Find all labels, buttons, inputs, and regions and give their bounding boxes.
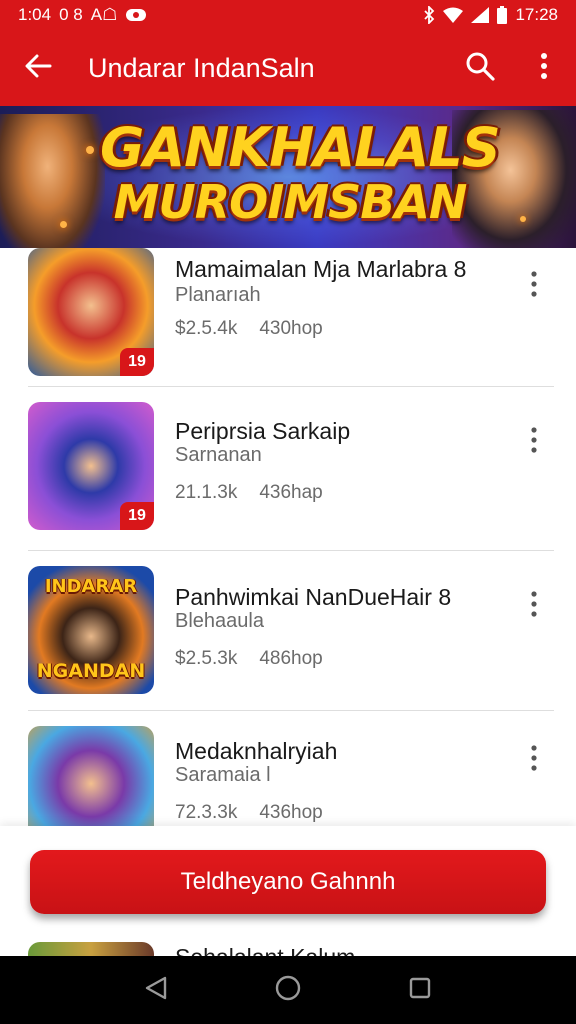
instagram-icon — [125, 8, 147, 22]
page-title: Undarar IndanSaln — [88, 52, 315, 83]
overflow-menu-button[interactable] — [512, 30, 576, 106]
item-subtitle: Blehaaula — [175, 610, 264, 632]
battery-icon — [497, 6, 508, 24]
game-thumbnail — [28, 942, 154, 956]
banner-spark — [60, 221, 67, 228]
item-more-button[interactable] — [518, 266, 550, 306]
item-title: Periprsia Sarkaip — [175, 418, 351, 444]
promo-banner[interactable]: GANKHALALS MUROIMSBAN — [0, 106, 576, 248]
banner-spark — [520, 216, 526, 222]
nav-recents-button[interactable] — [396, 966, 444, 1014]
list-item[interactable]: 19 Periprsia Sarkaip Sarnanan 21.1.3k 43… — [0, 398, 576, 548]
more-vert-icon — [531, 426, 537, 458]
status-clock: 17:28 — [515, 5, 558, 24]
status-app-text: A☖ — [90, 5, 118, 24]
nav-recents-icon — [409, 977, 431, 1004]
item-size: 486hop — [259, 648, 323, 669]
item-price: $2.5.4k — [175, 318, 238, 339]
item-subtitle: Planarıah — [175, 284, 261, 306]
app-bar: Undarar IndanSaln — [0, 30, 576, 106]
item-size: 436hap — [259, 482, 323, 503]
nav-back-icon — [145, 976, 167, 1005]
age-badge: 19 — [120, 502, 154, 530]
system-nav-bar — [0, 956, 576, 1024]
primary-action-button[interactable]: Teldheyano Gahnnh — [30, 850, 546, 914]
banner-character-left — [0, 114, 105, 248]
list-divider — [28, 710, 554, 711]
wifi-icon — [443, 7, 464, 23]
age-badge: 19 — [120, 348, 154, 376]
game-list: 19 Mamaimalan Mja Marlabra 8 Planarıah $… — [0, 248, 576, 826]
more-vert-icon — [540, 52, 548, 85]
more-vert-icon — [531, 744, 537, 776]
thumbnail-art — [28, 726, 154, 826]
list-item[interactable]: 19 Medaknhalryiah Saramaia l 72.3.3k 436… — [0, 724, 576, 826]
status-extra: 0 8 — [59, 5, 83, 24]
game-thumbnail: 19 — [28, 248, 154, 376]
game-thumbnail: INDARAR NGANDAN — [28, 566, 154, 694]
list-item-peek[interactable]: Sehalalant Kalum — [0, 940, 576, 956]
item-title: Mamaimalan Mja Marlabra 8 — [175, 256, 467, 282]
item-more-button[interactable] — [518, 586, 550, 626]
banner-spark — [86, 146, 94, 154]
bottom-action-bar: Teldheyano Gahnnh — [0, 826, 576, 942]
item-title: Panhwimkai NanDueHair 8 — [175, 584, 452, 610]
nav-back-button[interactable] — [132, 966, 180, 1014]
item-price: 72.3.3k — [175, 802, 238, 823]
item-more-button[interactable] — [518, 422, 550, 462]
item-title: Medaknhalryiah — [175, 738, 338, 764]
item-more-button[interactable] — [518, 740, 550, 780]
game-thumbnail: 19 — [28, 726, 154, 826]
banner-title-line1: GANKHALALS — [100, 116, 501, 179]
more-vert-icon — [531, 270, 537, 302]
game-thumbnail: 19 — [28, 402, 154, 530]
more-vert-icon — [531, 590, 537, 622]
item-subtitle: Saramaia l — [175, 764, 271, 786]
thumbnail-title-bottom: NGANDAN — [36, 660, 146, 682]
nav-home-button[interactable] — [264, 966, 312, 1014]
item-size: 430hop — [259, 318, 323, 339]
item-price: 21.1.3k — [175, 482, 238, 503]
list-divider — [28, 550, 554, 551]
search-button[interactable] — [448, 30, 512, 106]
status-bar: 1:04 0 8 A☖ 17:28 — [0, 0, 576, 30]
list-item[interactable]: INDARAR NGANDAN Panhwimkai NanDueHair 8 … — [0, 564, 576, 714]
nav-home-icon — [275, 975, 301, 1006]
status-time: 1:04 — [18, 5, 52, 24]
item-title: Sehalalant Kalum — [175, 944, 355, 956]
list-divider — [28, 386, 554, 387]
banner-title-line2: MUROIMSBAN — [113, 175, 468, 229]
arrow-back-icon — [24, 54, 52, 83]
signal-icon — [471, 7, 490, 23]
bluetooth-icon — [423, 6, 435, 24]
item-subtitle: Sarnanan — [175, 444, 262, 466]
item-size: 436hop — [259, 802, 323, 823]
back-button[interactable] — [0, 30, 76, 106]
thumbnail-title-top: INDARAR — [44, 576, 138, 597]
item-price: $2.5.3k — [175, 648, 238, 669]
list-item[interactable]: 19 Mamaimalan Mja Marlabra 8 Planarıah $… — [0, 248, 576, 384]
search-icon — [465, 51, 495, 86]
